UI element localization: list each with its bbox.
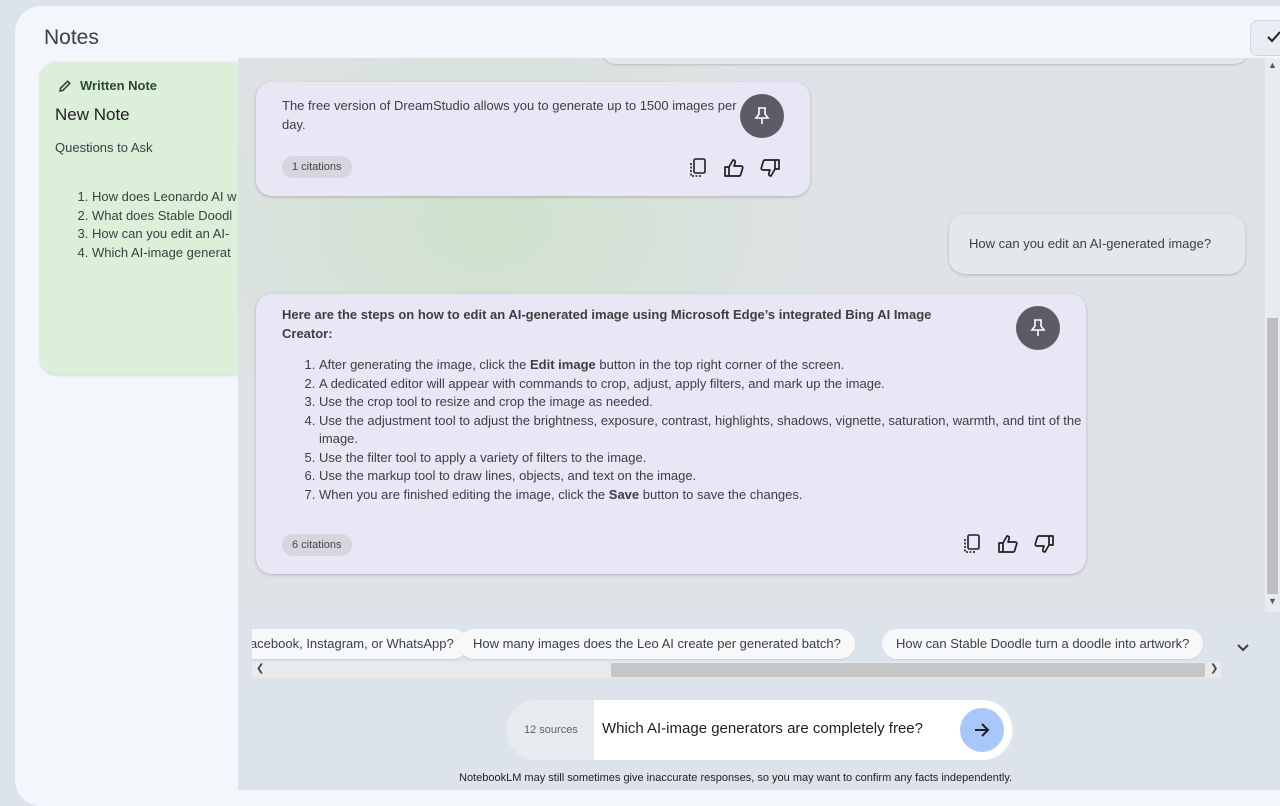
response-title: Here are the steps on how to edit an AI-… (282, 307, 932, 341)
chat-input-value[interactable]: Which AI-image generators are completely… (602, 720, 923, 737)
thumbs-up-icon (724, 159, 744, 177)
scroll-right-icon[interactable]: ❯ (1210, 663, 1218, 674)
response-message: The free version of DreamStudio allows y… (256, 82, 810, 196)
disclaimer-text: NotebookLM may still sometimes give inac… (459, 772, 1013, 784)
list-item: Use the filter tool to apply a variety o… (319, 449, 1089, 468)
citations-chip[interactable]: 1 citations (282, 156, 352, 178)
list-item: When you are finished editing the image,… (319, 486, 1089, 505)
chevron-down-icon (1237, 644, 1249, 652)
list-item: Use the adjustment tool to adjust the br… (319, 412, 1089, 449)
chat-scrollbar[interactable]: ▲ ▼ (1265, 58, 1280, 612)
list-item: Which AI-image generat (92, 244, 237, 263)
list-item: How can you edit an AI- (92, 225, 237, 244)
pin-icon (1030, 319, 1046, 336)
note-kind: Written Note (58, 78, 157, 93)
thumbs-up-button[interactable] (996, 532, 1020, 556)
list-item: A dedicated editor will appear with comm… (319, 375, 1089, 394)
pin-button[interactable] (1016, 306, 1060, 350)
list-item: Use the markup tool to draw lines, objec… (319, 467, 1089, 486)
copy-icon (690, 158, 706, 177)
thumbs-down-button[interactable] (758, 156, 782, 180)
scroll-up-icon[interactable]: ▲ (1268, 60, 1277, 70)
note-question-list: How does Leonardo AI w What does Stable … (76, 188, 237, 262)
list-item: What does Stable Doodl (92, 207, 237, 226)
previous-message (602, 58, 1248, 64)
sources-count[interactable]: 12 sources (524, 724, 578, 736)
pin-icon (754, 107, 770, 124)
check-icon (1267, 31, 1280, 43)
copy-button[interactable] (960, 532, 984, 556)
pencil-icon (58, 79, 71, 92)
suggestion-chips: Facebook, Instagram, or WhatsApp? How ma… (252, 629, 1220, 661)
scrollbar-thumb[interactable] (611, 663, 1205, 677)
message-actions (960, 532, 1056, 556)
note-title: New Note (55, 105, 130, 124)
chat-input-bar: 12 sources Which AI-image generators are… (506, 700, 1014, 760)
scrollbar-thumb[interactable] (1267, 318, 1278, 594)
user-message-text: How can you edit an AI-generated image? (969, 236, 1212, 251)
pin-button[interactable] (740, 94, 784, 138)
list-item: How does Leonardo AI w (92, 188, 237, 207)
copy-icon (964, 534, 980, 553)
thumbs-down-button[interactable] (1032, 532, 1056, 556)
expand-suggestions-button[interactable] (1236, 640, 1250, 658)
message-actions (686, 156, 782, 180)
scroll-down-icon[interactable]: ▼ (1268, 596, 1277, 606)
copy-button[interactable] (686, 156, 710, 180)
scroll-left-icon[interactable]: ❮ (256, 663, 264, 674)
suggestion-chip[interactable]: How many images does the Leo AI create p… (459, 629, 855, 659)
thumbs-down-icon (760, 159, 780, 177)
response-message: Here are the steps on how to edit an AI-… (256, 294, 1086, 574)
chat-input[interactable]: Which AI-image generators are completely… (594, 700, 1012, 760)
suggestion-chip[interactable]: How can Stable Doodle turn a doodle into… (882, 629, 1204, 659)
response-text: The free version of DreamStudio allows y… (282, 98, 737, 132)
thumbs-up-icon (998, 535, 1018, 553)
suggestions-scrollbar[interactable]: ❮ ❯ (252, 662, 1221, 678)
thumbs-up-button[interactable] (722, 156, 746, 180)
list-item: Use the crop tool to resize and crop the… (319, 393, 1089, 412)
citations-chip[interactable]: 6 citations (282, 534, 352, 556)
list-item: After generating the image, click the Ed… (319, 356, 1089, 375)
response-steps: After generating the image, click the Ed… (282, 356, 1089, 504)
user-message: How can you edit an AI-generated image? (949, 214, 1245, 274)
check-button[interactable] (1250, 20, 1280, 56)
suggestion-chip[interactable]: Facebook, Instagram, or WhatsApp? (252, 629, 468, 659)
note-kind-label: Written Note (80, 78, 158, 93)
thumbs-down-icon (1034, 535, 1054, 553)
arrow-right-icon (975, 723, 990, 737)
send-button[interactable] (960, 708, 1004, 752)
notes-title: Notes (44, 26, 99, 49)
note-subtitle: Questions to Ask (55, 140, 153, 155)
